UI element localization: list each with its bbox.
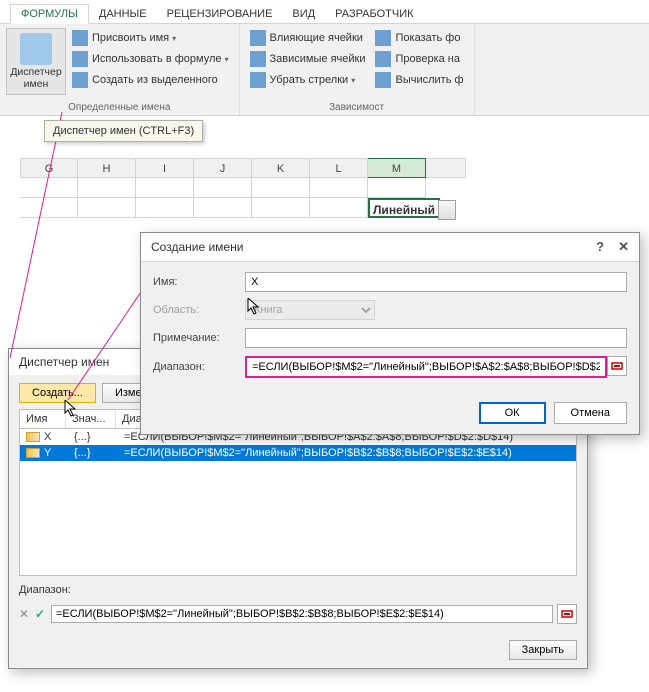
- show-formulas-button[interactable]: Показать фо: [371, 28, 467, 48]
- col-header-value[interactable]: Знач...: [66, 410, 116, 428]
- close-icon[interactable]: ✕: [618, 239, 629, 255]
- grid-cell[interactable]: [310, 178, 368, 198]
- name-icon: [26, 432, 40, 442]
- name-row-y[interactable]: Y {...} =ЕСЛИ(ВЫБОР!$M$2="Линейный";ВЫБО…: [20, 445, 576, 461]
- grid-row-2: Линейный: [20, 198, 649, 218]
- create-name-title: Создание имени: [151, 240, 243, 254]
- cancel-button[interactable]: Отмена: [554, 402, 627, 424]
- grid-cell[interactable]: [310, 198, 368, 218]
- group-defined-names: Диспетчер имен Присвоить имя▾ Использова…: [0, 24, 240, 115]
- define-name-button[interactable]: Присвоить имя▾: [68, 28, 233, 48]
- col-header-G[interactable]: G: [20, 158, 78, 178]
- grid-cell[interactable]: [20, 178, 78, 198]
- tag-icon: [72, 30, 88, 46]
- tab-review[interactable]: РЕЦЕНЗИРОВАНИЕ: [157, 5, 283, 23]
- col-header-I[interactable]: I: [136, 158, 194, 178]
- col-header-K[interactable]: K: [252, 158, 310, 178]
- remove-arrows-icon: [250, 72, 266, 88]
- ok-button[interactable]: ОК: [479, 402, 546, 424]
- create-name-titlebar[interactable]: Создание имени ? ✕: [141, 233, 639, 262]
- range-label: Диапазон:: [153, 361, 237, 373]
- col-header-name[interactable]: Имя: [20, 410, 66, 428]
- grid-cell[interactable]: [78, 198, 136, 218]
- cancel-refers-icon[interactable]: ✕: [19, 607, 31, 621]
- name-label: Имя:: [153, 276, 237, 288]
- scope-label: Область:: [153, 304, 237, 316]
- grid-cell[interactable]: [78, 178, 136, 198]
- show-formulas-icon: [375, 30, 391, 46]
- tab-data[interactable]: ДАННЫЕ: [89, 5, 157, 23]
- error-checking-button[interactable]: Проверка на: [371, 49, 467, 69]
- grid-cell[interactable]: [20, 198, 78, 218]
- name-manager-icon: [20, 33, 52, 65]
- grid-cell[interactable]: [194, 178, 252, 198]
- ribbon-body: Диспетчер имен Присвоить имя▾ Использова…: [0, 24, 649, 116]
- group-label-audit: Зависимост: [246, 100, 468, 113]
- cell-M2[interactable]: Линейный: [368, 198, 440, 218]
- close-button[interactable]: Закрыть: [509, 640, 577, 660]
- tab-developer[interactable]: РАЗРАБОТЧИК: [325, 5, 423, 23]
- spreadsheet-grid: G H I J K L M Линейный: [0, 158, 649, 218]
- evaluate-formula-button[interactable]: Вычислить ф: [371, 70, 467, 90]
- comment-input[interactable]: [245, 328, 627, 348]
- col-header-H[interactable]: H: [78, 158, 136, 178]
- precedents-icon: [250, 30, 266, 46]
- grid-cell[interactable]: [252, 178, 310, 198]
- selection-icon: [72, 72, 88, 88]
- range-input[interactable]: [245, 356, 607, 378]
- col-header-J[interactable]: J: [194, 158, 252, 178]
- help-icon[interactable]: ?: [596, 239, 604, 255]
- grid-cell[interactable]: [136, 178, 194, 198]
- name-input[interactable]: [245, 272, 627, 292]
- tab-view[interactable]: ВИД: [282, 5, 325, 23]
- evaluate-icon: [375, 72, 391, 88]
- grid-cell[interactable]: [368, 178, 426, 198]
- grid-cell[interactable]: [136, 198, 194, 218]
- name-icon: [26, 448, 40, 458]
- column-headers: G H I J K L M: [20, 158, 649, 178]
- col-header-next[interactable]: [426, 158, 466, 178]
- col-header-L[interactable]: L: [310, 158, 368, 178]
- names-list[interactable]: X {...} =ЕСЛИ(ВЫБОР!$M$2="Линейный";ВЫБО…: [19, 428, 577, 576]
- refersto-label: Диапазон:: [19, 584, 71, 596]
- grid-cell[interactable]: [252, 198, 310, 218]
- chevron-down-icon: ▾: [225, 55, 229, 64]
- grid-cell[interactable]: [194, 198, 252, 218]
- group-formula-auditing: Влияющие ячейки Зависимые ячейки Убрать …: [240, 24, 475, 115]
- grid-row-1: [20, 178, 649, 198]
- new-name-button[interactable]: Создать...: [19, 383, 96, 403]
- col-header-M[interactable]: M: [368, 158, 426, 178]
- collapse-refers-button[interactable]: [557, 604, 577, 624]
- dependents-icon: [250, 51, 266, 67]
- use-in-formula-button[interactable]: Использовать в формуле▾: [68, 49, 233, 69]
- fx-icon: [72, 51, 88, 67]
- comment-label: Примечание:: [153, 332, 237, 344]
- error-check-icon: [375, 51, 391, 67]
- collapse-range-button[interactable]: [607, 356, 627, 376]
- chevron-down-icon: ▾: [172, 34, 176, 43]
- group-label-names: Определенные имена: [6, 100, 233, 113]
- tab-formulas[interactable]: ФОРМУЛЫ: [10, 4, 89, 24]
- ribbon-tabs: ФОРМУЛЫ ДАННЫЕ РЕЦЕНЗИРОВАНИЕ ВИД РАЗРАБ…: [0, 0, 649, 24]
- name-manager-tooltip: Диспетчер имен (CTRL+F3): [44, 120, 203, 142]
- refersto-input[interactable]: [51, 605, 553, 623]
- create-from-selection-button[interactable]: Создать из выделенного: [68, 70, 233, 90]
- remove-arrows-button[interactable]: Убрать стрелки▾: [246, 70, 370, 90]
- name-manager-button[interactable]: Диспетчер имен: [6, 28, 66, 95]
- trace-precedents-button[interactable]: Влияющие ячейки: [246, 28, 370, 48]
- create-name-dialog: Создание имени ? ✕ Имя: Область: Книга П…: [140, 232, 640, 435]
- trace-dependents-button[interactable]: Зависимые ячейки: [246, 49, 370, 69]
- accept-refers-icon[interactable]: ✓: [35, 607, 47, 621]
- scope-select: Книга: [245, 300, 375, 320]
- chevron-down-icon: ▾: [351, 76, 355, 85]
